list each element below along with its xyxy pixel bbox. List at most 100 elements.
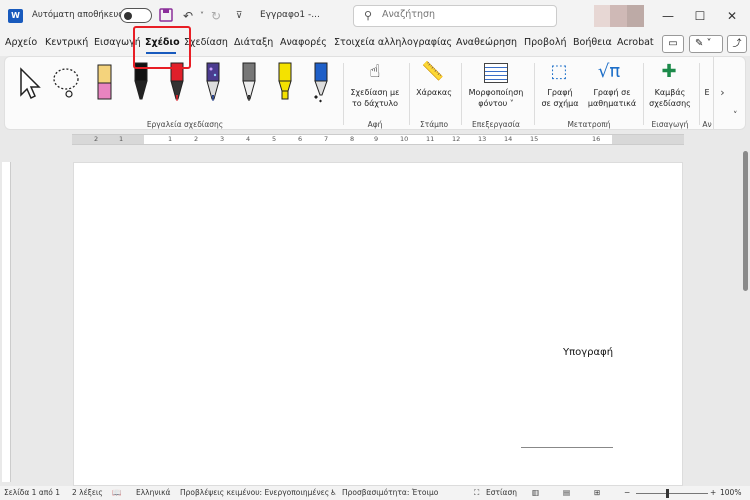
pen-icon: ✎ ˅: [695, 38, 712, 49]
pen-galaxy-tool[interactable]: [199, 61, 227, 103]
group-label-touch: Αφή: [367, 120, 383, 129]
highlighter-icon: [278, 62, 292, 100]
tab-mailings[interactable]: Στοιχεία αλληλογραφίας: [334, 37, 452, 48]
zoom-in-icon[interactable]: +: [710, 488, 716, 497]
ink-to-math-label-1[interactable]: Γραφή σε: [583, 87, 641, 98]
accessibility-icon: ♿: [330, 488, 337, 497]
pen-icon: [206, 62, 220, 101]
signature-label[interactable]: Υπογραφή: [563, 347, 613, 358]
group-label-stamp: Στάμπο: [419, 120, 449, 129]
tab-file[interactable]: Αρχείο: [5, 37, 37, 48]
group-label-edit: Επεξεργασία: [472, 120, 520, 129]
ruler-number: 4: [246, 135, 251, 143]
editing-mode-button[interactable]: ✎ ˅: [689, 35, 723, 53]
language-indicator[interactable]: Ελληνικά: [136, 488, 170, 497]
vertical-scrollbar[interactable]: [740, 147, 750, 487]
zoom-slider[interactable]: [636, 493, 708, 494]
minimize-icon[interactable]: —: [654, 5, 682, 27]
document-title[interactable]: Εγγραφο1 -...: [260, 10, 320, 20]
format-background-label-2[interactable]: φόντου ˅: [463, 98, 529, 109]
ruler-number: 1: [168, 135, 173, 143]
group-label-convert: Μετατροπή: [567, 120, 611, 129]
zoom-slider-thumb[interactable]: [666, 489, 669, 498]
proofing-icon[interactable]: 📖: [112, 488, 121, 497]
format-background-label-1[interactable]: Μορφοποίηση: [463, 87, 529, 98]
ruler-right-margin: [612, 135, 684, 144]
ribbon-scroll-right-icon[interactable]: ›: [713, 57, 731, 129]
tab-review[interactable]: Αναθεώρηση: [456, 37, 517, 48]
group-label-drawing-tools: Εργαλεία σχεδίασης: [146, 120, 224, 129]
drawing-canvas-label-2[interactable]: σχεδίασης: [645, 98, 695, 109]
customize-toolbar-icon[interactable]: ⊽: [231, 8, 247, 24]
eraser-tool[interactable]: [91, 61, 119, 103]
ruler-number: 7: [324, 135, 329, 143]
more-button-label[interactable]: Ε: [702, 87, 712, 98]
draw-with-touch-label-2[interactable]: το δάχτυλο: [345, 98, 405, 109]
ruler-number: 14: [504, 135, 513, 143]
ribbon-tabs: Αρχείο Κεντρική Εισαγωγή Σχέδιο Σχεδίαση…: [0, 33, 750, 56]
action-pen-icon: [314, 62, 328, 103]
vertical-ruler[interactable]: [2, 162, 11, 482]
save-icon[interactable]: [158, 8, 174, 24]
group-separator: [643, 63, 644, 125]
ruler-number: 15: [530, 135, 539, 143]
search-icon: ⚲: [364, 9, 373, 22]
ruler-button[interactable]: Χάρακας: [411, 87, 457, 98]
tab-view[interactable]: Προβολή: [524, 37, 567, 48]
select-tool[interactable]: [17, 61, 45, 103]
ruler-icon: 📏: [421, 61, 445, 82]
text-predictions-status[interactable]: Προβλέψεις κειμένου: Ενεργοποιημένες: [180, 488, 329, 497]
focus-icon: ⛶: [474, 488, 480, 497]
ruler-number: 8: [350, 135, 355, 143]
read-mode-icon[interactable]: ▥: [532, 488, 539, 497]
ribbon-draw: Εργαλεία σχεδίασης ☝ Σχεδίαση με το δάχτ…: [4, 56, 746, 130]
search-input[interactable]: [382, 9, 552, 20]
print-layout-icon[interactable]: ▤: [563, 488, 570, 497]
tab-references[interactable]: Αναφορές: [280, 37, 327, 48]
zoom-out-icon[interactable]: −: [624, 488, 630, 497]
status-bar: Σελίδα 1 από 1 2 λέξεις 📖 Ελληνικά Προβλ…: [0, 486, 750, 500]
document-page[interactable]: Υπογραφή: [73, 162, 683, 486]
drawing-canvas-label-1[interactable]: Καμβάς: [645, 87, 695, 98]
lasso-select-tool[interactable]: [51, 61, 83, 103]
search-box[interactable]: ⚲: [353, 5, 557, 27]
comments-button[interactable]: ▭: [662, 35, 684, 53]
autosave-label: Αυτόματη αποθήκευση: [32, 10, 130, 20]
word-count[interactable]: 2 λέξεις: [72, 488, 103, 497]
group-separator: [699, 63, 700, 125]
tab-acrobat[interactable]: Acrobat: [617, 37, 654, 48]
zoom-level[interactable]: 100%: [720, 488, 741, 497]
share-button[interactable]: ⤴: [727, 35, 747, 53]
format-background-icon: [484, 63, 508, 83]
ruler-number: 5: [272, 135, 277, 143]
pencil-tool[interactable]: [235, 61, 263, 103]
share-icon: ⤴: [732, 39, 742, 49]
ribbon-collapse-icon[interactable]: ˅: [733, 111, 738, 121]
highlighter-tool[interactable]: [271, 61, 299, 103]
close-icon[interactable]: ✕: [718, 5, 746, 27]
horizontal-ruler[interactable]: 2 1 1 2 3 4 5 6 7 8 9 10 11 12 13 14 15 …: [72, 134, 684, 145]
redo-icon[interactable]: ↻: [208, 8, 224, 24]
ink-to-math-label-2[interactable]: μαθηματικά: [583, 98, 641, 109]
tab-layout[interactable]: Διάταξη: [234, 37, 273, 48]
scrollbar-thumb[interactable]: [743, 151, 748, 291]
account-avatar[interactable]: [594, 5, 644, 27]
web-layout-icon[interactable]: ⊞: [594, 488, 600, 497]
ruler-number: 13: [478, 135, 487, 143]
page-count[interactable]: Σελίδα 1 από 1: [4, 488, 60, 497]
draw-with-touch-label-1[interactable]: Σχεδίαση με: [345, 87, 405, 98]
ink-to-shape-icon: ⬚: [550, 61, 568, 82]
tab-help[interactable]: Βοήθεια: [573, 37, 612, 48]
focus-mode-button[interactable]: Εστίαση: [486, 488, 517, 497]
tab-home[interactable]: Κεντρική: [45, 37, 88, 48]
autosave-toggle[interactable]: [120, 8, 152, 23]
maximize-icon[interactable]: ☐: [686, 5, 714, 27]
toggle-knob: [124, 12, 132, 20]
ink-to-shape-label-2[interactable]: σε σχήμα: [537, 98, 583, 109]
ink-to-shape-label-1[interactable]: Γραφή: [537, 87, 583, 98]
accessibility-status[interactable]: Προσβασιμότητα: Έτοιμο: [342, 488, 438, 497]
ruler-number: 16: [592, 135, 601, 143]
action-pen-tool[interactable]: [307, 61, 335, 103]
cursor-icon: [20, 67, 41, 100]
ruler-number: 12: [452, 135, 461, 143]
